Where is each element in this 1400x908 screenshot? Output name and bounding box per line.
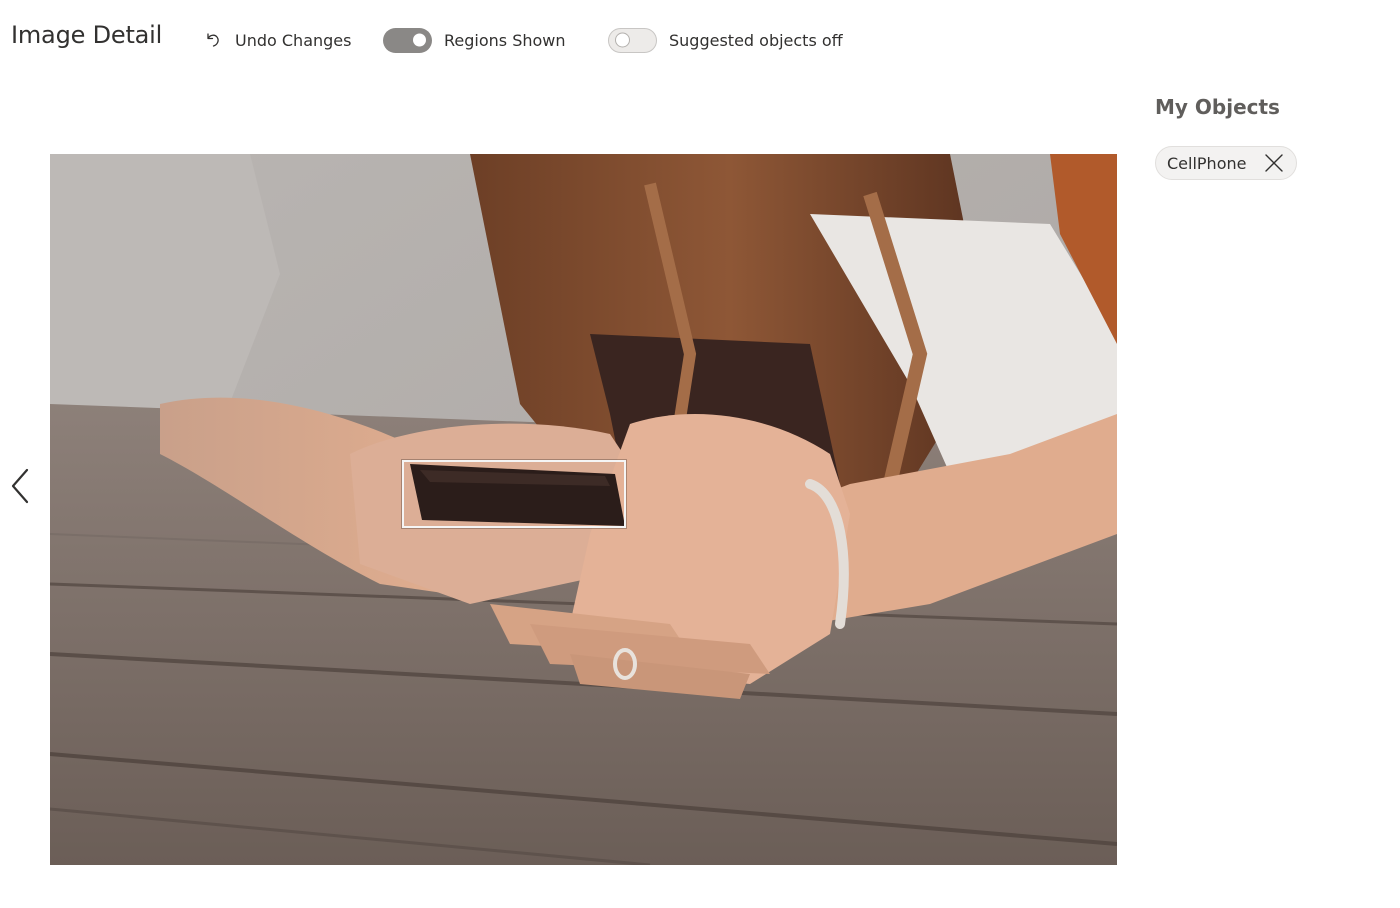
regions-shown-toggle[interactable]: Regions Shown xyxy=(383,26,566,54)
toggle-knob xyxy=(413,33,426,47)
suggested-objects-label: Suggested objects off xyxy=(669,30,843,50)
chevron-left-icon xyxy=(9,467,31,509)
detail-image xyxy=(50,154,1117,865)
close-icon[interactable] xyxy=(1264,153,1284,173)
suggested-objects-toggle[interactable]: Suggested objects off xyxy=(608,26,843,54)
my-objects-heading: My Objects xyxy=(1155,95,1280,119)
toggle-knob xyxy=(615,32,630,48)
page-title: Image Detail xyxy=(11,21,163,49)
undo-icon xyxy=(202,29,224,51)
regions-toggle-switch[interactable] xyxy=(383,27,432,53)
undo-changes-label: Undo Changes xyxy=(235,30,352,50)
object-tag-label: CellPhone xyxy=(1167,153,1247,173)
previous-image-button[interactable] xyxy=(6,468,34,508)
object-tag-cellphone[interactable]: CellPhone xyxy=(1155,146,1297,180)
undo-changes-button[interactable]: Undo Changes xyxy=(202,26,351,54)
regions-shown-label: Regions Shown xyxy=(444,30,566,50)
suggested-toggle-switch[interactable] xyxy=(608,27,657,53)
cellphone-region-box[interactable] xyxy=(402,460,626,528)
